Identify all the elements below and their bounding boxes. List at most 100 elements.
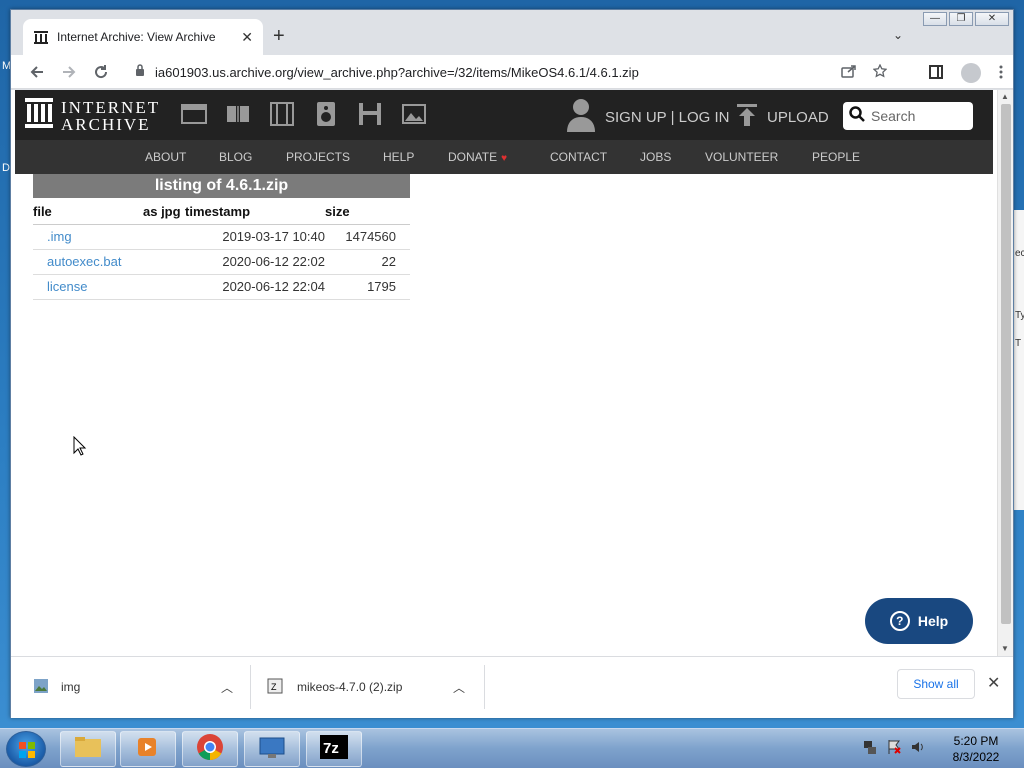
clock-date: 8/3/2022 — [952, 750, 1000, 764]
side-panel-icon[interactable] — [929, 64, 943, 82]
chevron-up-icon[interactable]: ︿ — [453, 679, 465, 696]
explorer-taskbar-button[interactable] — [60, 731, 116, 767]
media-player-taskbar-button[interactable] — [120, 731, 176, 767]
ia-top-nav: INTERNET ARCHIVE SIGN UP | LOG IN UPLOAD… — [15, 90, 993, 140]
address-bar[interactable]: ia601903.us.archive.org/view_archive.php… — [123, 58, 893, 86]
tab-search-chevron-icon[interactable]: ⌄ — [893, 28, 903, 42]
remote-desktop-taskbar-button[interactable] — [244, 731, 300, 767]
close-download-bar-icon[interactable]: ✕ — [987, 673, 1000, 693]
web-icon[interactable] — [181, 102, 207, 126]
download-filename: mikeos-4.7.0 (2).zip — [297, 680, 403, 694]
sign-up-log-in-label[interactable]: SIGN UP | LOG IN — [605, 109, 729, 126]
ia-logo[interactable]: INTERNET ARCHIVE — [25, 98, 160, 133]
ia-sub-nav: ABOUT BLOG PROJECTS HELP DONATE ♥ CONTACT… — [15, 140, 993, 174]
search-icon — [849, 105, 865, 127]
taskbar-clock[interactable]: 5:20 PM 8/3/2022 — [944, 733, 1008, 765]
download-item[interactable]: img ︿ — [11, 665, 251, 709]
images-icon[interactable] — [401, 102, 427, 126]
profile-avatar-icon[interactable] — [961, 63, 981, 83]
forward-arrow-icon[interactable] — [53, 58, 85, 86]
reload-icon[interactable] — [85, 58, 117, 86]
timestamp-cell: 2019-03-17 10:40 — [185, 224, 325, 250]
clock-time: 5:20 PM — [953, 734, 999, 748]
volume-speaker-icon[interactable] — [910, 739, 926, 758]
minimize-button[interactable]: — — [923, 12, 947, 26]
nav-projects[interactable]: PROJECTS — [286, 150, 350, 164]
scrollbar-thumb[interactable] — [1001, 104, 1011, 624]
svg-text:Z: Z — [271, 682, 277, 692]
video-film-icon[interactable] — [269, 102, 295, 126]
nav-help[interactable]: HELP — [383, 150, 414, 164]
media-player-icon — [136, 735, 160, 764]
file-link[interactable]: .img — [47, 229, 72, 244]
column-header-size: size — [325, 200, 410, 225]
software-floppy-icon[interactable] — [357, 102, 383, 126]
desktop-text-fragment: D — [2, 162, 10, 174]
chrome-icon — [196, 733, 224, 766]
nav-donate[interactable]: DONATE ♥ — [448, 150, 507, 164]
file-link[interactable]: autoexec.bat — [47, 254, 121, 269]
bookmark-star-icon[interactable] — [872, 63, 888, 81]
taskbar: 7z 5:20 PM 8/3/2022 — [0, 728, 1024, 768]
background-window-text: ec — [1015, 248, 1024, 259]
page-scrollbar[interactable]: ▲ ▼ — [997, 90, 1013, 656]
restore-button[interactable]: ❐ — [949, 12, 973, 26]
download-bar: img ︿ Z mikeos-4.7.0 (2).zip ︿ Show all … — [11, 656, 1013, 718]
search-input[interactable]: Search — [843, 102, 973, 130]
heart-icon: ♥ — [501, 153, 508, 164]
upload-button[interactable]: UPLOAD — [737, 104, 829, 130]
action-center-flag-icon[interactable] — [886, 739, 902, 758]
texts-book-icon[interactable] — [225, 102, 251, 126]
as-jpg-cell — [143, 249, 185, 275]
question-icon: ? — [889, 611, 910, 631]
as-jpg-cell — [143, 274, 185, 300]
search-placeholder: Search — [871, 108, 916, 124]
seven-zip-logo-text: 7z — [323, 740, 339, 757]
url-text[interactable]: ia601903.us.archive.org/view_archive.php… — [155, 65, 639, 80]
download-item[interactable]: Z mikeos-4.7.0 (2).zip ︿ — [251, 665, 485, 709]
audio-speaker-icon[interactable] — [313, 102, 339, 126]
table-row: .img 2019-03-17 10:40 1474560 — [33, 224, 410, 250]
close-window-button[interactable]: ✕ — [975, 12, 1009, 26]
seven-zip-taskbar-button[interactable]: 7z — [306, 731, 362, 767]
share-icon[interactable] — [841, 64, 857, 81]
internet-archive-favicon-icon — [33, 29, 49, 45]
chevron-up-icon[interactable]: ︿ — [221, 679, 233, 696]
background-window-text: Ty — [1015, 310, 1024, 321]
size-cell: 1795 — [325, 274, 410, 300]
show-all-button[interactable]: Show all — [897, 669, 975, 699]
sign-up-log-in[interactable]: SIGN UP | LOG IN — [567, 98, 729, 136]
background-window-text: T — [1015, 338, 1022, 349]
timestamp-cell: 2020-06-12 22:04 — [185, 274, 325, 300]
chrome-taskbar-button[interactable] — [182, 731, 238, 767]
nav-blog[interactable]: BLOG — [219, 150, 252, 164]
nav-volunteer[interactable]: VOLUNTEER — [705, 150, 778, 164]
nav-contact[interactable]: CONTACT — [550, 150, 607, 164]
scroll-down-icon[interactable]: ▼ — [1001, 644, 1009, 653]
folder-icon — [74, 735, 102, 764]
browser-window: — ❐ ✕ Internet Archive: View Archive ✕ +… — [10, 9, 1014, 718]
logo-line-2: ARCHIVE — [61, 114, 151, 134]
nav-about[interactable]: ABOUT — [145, 150, 186, 164]
lock-icon[interactable] — [135, 63, 145, 81]
start-button[interactable] — [6, 731, 46, 767]
new-tab-button[interactable]: + — [273, 25, 285, 48]
scroll-up-icon[interactable]: ▲ — [1001, 92, 1009, 101]
system-tray — [862, 739, 926, 758]
mouse-cursor-icon — [73, 435, 87, 461]
tab-title: Internet Archive: View Archive — [57, 30, 216, 44]
nav-donate-label: DONATE — [448, 150, 498, 164]
nav-people[interactable]: PEOPLE — [812, 150, 860, 164]
zip-file-icon: Z — [267, 678, 283, 697]
network-icon[interactable] — [862, 739, 878, 758]
file-link[interactable]: license — [47, 279, 87, 294]
nav-jobs[interactable]: JOBS — [640, 150, 671, 164]
column-header-timestamp: timestamp — [185, 200, 325, 225]
help-button[interactable]: ? Help — [865, 598, 973, 644]
more-menu-icon[interactable] — [999, 65, 1003, 82]
table-row: autoexec.bat 2020-06-12 22:02 22 — [33, 249, 410, 275]
back-arrow-icon[interactable] — [21, 58, 53, 86]
tab-close-icon[interactable]: ✕ — [241, 29, 253, 46]
browser-tab[interactable]: Internet Archive: View Archive ✕ — [23, 19, 263, 55]
download-filename: img — [61, 680, 81, 694]
